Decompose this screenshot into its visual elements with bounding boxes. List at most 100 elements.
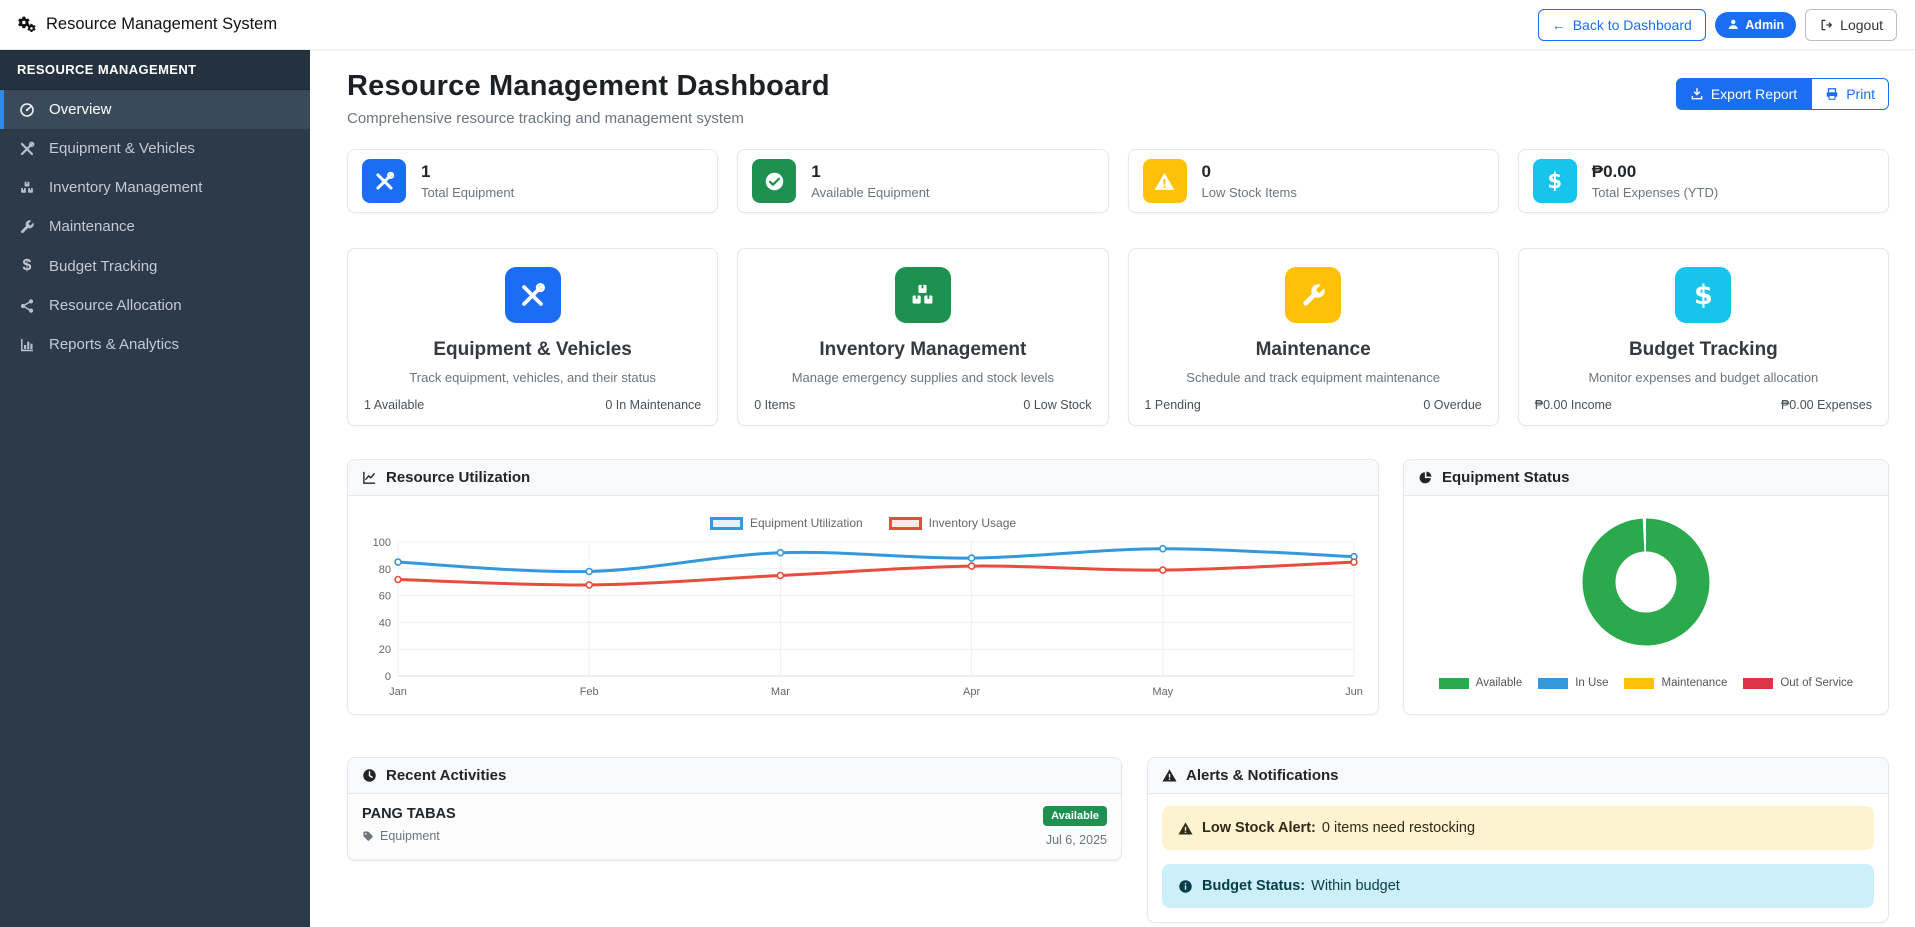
svg-text:20: 20 xyxy=(379,644,391,656)
sidebar-item-budget[interactable]: $ Budget Tracking xyxy=(0,246,310,286)
svg-text:Apr: Apr xyxy=(963,686,980,698)
legend-label: Equipment Utilization xyxy=(749,516,863,530)
activity-date: Jul 6, 2025 xyxy=(1045,833,1107,847)
sidebar-item-label: Resource Allocation xyxy=(49,297,182,314)
arrow-left-icon: ← xyxy=(1551,16,1566,33)
page-title: Resource Management Dashboard xyxy=(347,70,830,102)
sidebar-item-label: Reports & Analytics xyxy=(49,336,180,353)
sidebar-item-maintenance[interactable]: Maintenance xyxy=(0,207,310,246)
sidebar-item-reports[interactable]: Reports & Analytics xyxy=(0,325,310,364)
module-stat-right: 0 Low Stock xyxy=(1023,398,1092,412)
back-to-dashboard-label: Back to Dashboard xyxy=(1572,16,1692,33)
sidebar-item-allocation[interactable]: Resource Allocation xyxy=(0,286,310,325)
utilization-legend: Equipment Utilization Inventory Usage xyxy=(362,516,1364,530)
share-icon xyxy=(18,298,36,314)
module-title: Maintenance xyxy=(1255,339,1371,360)
module-description: Track equipment, vehicles, and their sta… xyxy=(409,370,656,385)
module-stat-right: ₱0.00 Expenses xyxy=(1780,398,1872,412)
peso-icon: $ xyxy=(1532,159,1577,203)
top-navbar: Resource Management System ← Back to Das… xyxy=(0,0,1915,50)
back-to-dashboard-button[interactable]: ← Back to Dashboard xyxy=(1537,8,1706,41)
module-stat-right: 0 Overdue xyxy=(1423,398,1482,412)
legend-swatch xyxy=(709,516,743,530)
stat-card-low-stock: 0 Low Stock Items xyxy=(1127,149,1499,213)
stat-label: Total Expenses (YTD) xyxy=(1591,185,1719,200)
info-icon xyxy=(1178,879,1193,894)
tools-icon xyxy=(362,159,406,203)
alert-label: Budget Status: xyxy=(1202,878,1306,894)
module-stat-right: 0 In Maintenance xyxy=(605,398,702,412)
module-card-inventory[interactable]: Inventory Management Manage emergency su… xyxy=(737,248,1109,426)
tag-icon xyxy=(362,830,374,842)
sidebar: RESOURCE MANAGEMENT Overview Equipment &… xyxy=(0,50,310,927)
sidebar-item-inventory[interactable]: Inventory Management xyxy=(0,168,310,207)
stat-value: 1 xyxy=(421,162,431,181)
equipment-status-panel: Equipment Status Available In Use Mainte… xyxy=(1403,459,1889,715)
panel-title: Equipment Status xyxy=(1442,469,1570,486)
alert-label: Low Stock Alert: xyxy=(1202,820,1316,836)
legend-item[interactable]: Maintenance xyxy=(1624,677,1727,689)
sidebar-item-label: Inventory Management xyxy=(49,179,203,196)
module-title: Inventory Management xyxy=(819,339,1027,360)
legend-swatch xyxy=(1538,677,1569,689)
sidebar-item-equipment[interactable]: Equipment & Vehicles xyxy=(0,129,310,168)
svg-text:Jun: Jun xyxy=(1345,686,1363,698)
warning-icon xyxy=(1162,768,1177,783)
legend-item[interactable]: Out of Service xyxy=(1743,677,1853,689)
legend-swatch xyxy=(888,516,922,530)
module-stat-left: 0 Items xyxy=(754,398,796,412)
logout-button[interactable]: Logout xyxy=(1805,8,1897,41)
legend-item[interactable]: In Use xyxy=(1538,677,1608,689)
module-card-equipment[interactable]: Equipment & Vehicles Track equipment, ve… xyxy=(347,248,719,426)
resource-utilization-panel: Resource Utilization Equipment Utilizati… xyxy=(347,459,1379,715)
warning-icon xyxy=(1142,159,1187,203)
boxes-icon xyxy=(18,180,36,196)
recent-activities-panel: Recent Activities PANG TABAS Equipment A… xyxy=(347,757,1122,861)
tachometer-icon xyxy=(18,102,36,118)
report-button-group: Export Report Print xyxy=(1675,78,1889,110)
svg-text:80: 80 xyxy=(379,564,391,576)
app-title: Resource Management System xyxy=(46,15,278,33)
dollar-icon: $ xyxy=(22,257,32,274)
sidebar-item-overview[interactable]: Overview xyxy=(0,90,310,129)
user-icon xyxy=(1727,18,1740,31)
logout-icon xyxy=(1819,18,1833,32)
budget-status-alert: Budget Status: Within budget xyxy=(1162,864,1874,908)
module-description: Manage emergency supplies and stock leve… xyxy=(791,370,1055,385)
sidebar-item-label: Maintenance xyxy=(49,218,135,235)
module-stat-left: 1 Available xyxy=(364,398,425,412)
stat-value: 1 xyxy=(811,162,821,181)
module-card-maintenance[interactable]: Maintenance Schedule and track equipment… xyxy=(1127,248,1499,426)
legend-swatch xyxy=(1624,677,1655,689)
stats-row: 1 Total Equipment 1 Available Equipment … xyxy=(347,149,1889,213)
module-description: Monitor expenses and budget allocation xyxy=(1588,370,1819,385)
svg-text:Jan: Jan xyxy=(389,686,407,698)
legend-item[interactable]: Equipment Utilization xyxy=(709,516,863,530)
status-legend: Available In Use Maintenance Out of Serv… xyxy=(1438,677,1853,689)
svg-text:Mar: Mar xyxy=(771,686,790,698)
admin-badge-label: Admin xyxy=(1745,17,1785,32)
alerts-panel: Alerts & Notifications Low Stock Alert: … xyxy=(1147,757,1889,923)
status-badge: Available xyxy=(1043,806,1107,826)
wrench-icon xyxy=(18,219,36,235)
export-report-button[interactable]: Export Report xyxy=(1675,78,1812,110)
stat-label: Total Equipment xyxy=(421,185,515,200)
svg-text:40: 40 xyxy=(379,617,391,629)
print-button[interactable]: Print xyxy=(1811,78,1889,110)
stat-label: Low Stock Items xyxy=(1201,185,1297,200)
print-label: Print xyxy=(1846,86,1875,102)
module-description: Schedule and track equipment maintenance xyxy=(1186,370,1440,385)
stat-card-total-equipment: 1 Total Equipment xyxy=(347,149,719,213)
legend-label: Available xyxy=(1475,677,1523,689)
dollar-icon: $ xyxy=(1675,267,1732,323)
clock-icon xyxy=(362,768,377,783)
low-stock-alert: Low Stock Alert: 0 items need restocking xyxy=(1162,806,1874,850)
legend-item[interactable]: Available xyxy=(1438,677,1523,689)
modules-row: Equipment & Vehicles Track equipment, ve… xyxy=(347,248,1889,426)
tools-icon xyxy=(504,267,561,323)
check-circle-icon xyxy=(752,159,797,203)
module-card-budget[interactable]: $ Budget Tracking Monitor expenses and b… xyxy=(1517,248,1889,426)
panel-title: Alerts & Notifications xyxy=(1186,767,1339,784)
legend-item[interactable]: Inventory Usage xyxy=(888,516,1016,530)
sidebar-header: RESOURCE MANAGEMENT xyxy=(0,50,310,90)
